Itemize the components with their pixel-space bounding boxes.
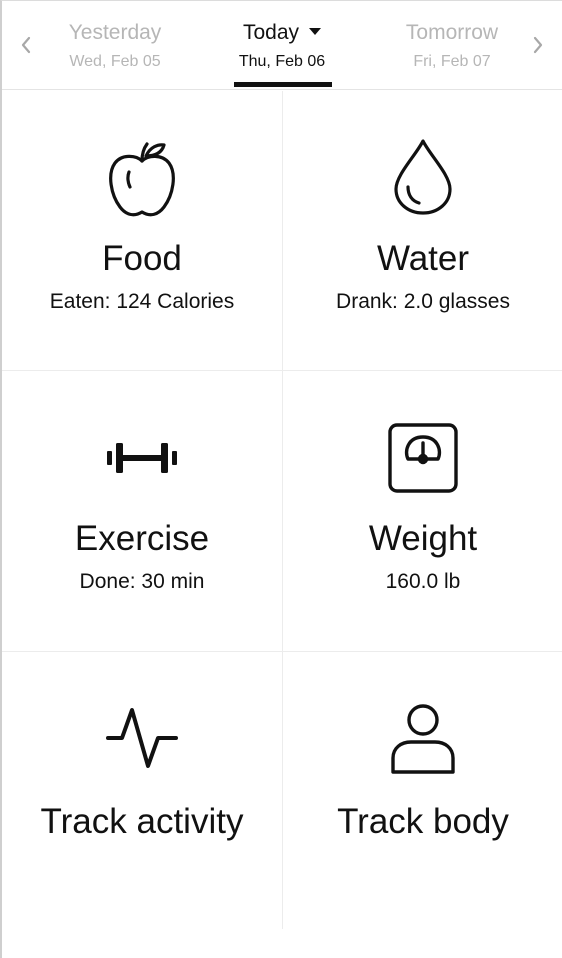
day-today-label: Today xyxy=(242,21,300,44)
food-subtitle: Eaten: 124 Calories xyxy=(49,290,235,313)
caret-down-icon[interactable] xyxy=(309,27,322,35)
date-navigation: Yesterday Wed, Feb 05 Today Thu, Feb 06 … xyxy=(2,1,562,90)
exercise-tile[interactable]: Exercise Done: 30 min xyxy=(2,371,282,652)
day-tomorrow[interactable]: Tomorrow Fri, Feb 07 xyxy=(377,19,527,74)
day-today[interactable]: Today Thu, Feb 06 xyxy=(207,19,357,74)
tracker-grid: Food Eaten: 124 Calories Water Drank: 2.… xyxy=(2,91,562,958)
track-body-title: Track body xyxy=(337,802,509,841)
day-tomorrow-label: Tomorrow xyxy=(405,21,499,44)
chevron-left-icon[interactable] xyxy=(14,31,38,59)
day-tomorrow-date: Fri, Feb 07 xyxy=(413,53,491,70)
water-drop-icon xyxy=(390,137,456,217)
track-activity-title: Track activity xyxy=(40,802,244,841)
day-today-label-row: Today xyxy=(207,19,357,47)
weight-title: Weight xyxy=(368,519,478,558)
weight-subtitle: 160.0 lb xyxy=(385,570,461,593)
day-yesterday-label: Yesterday xyxy=(68,21,162,44)
dumbbell-icon xyxy=(102,433,182,483)
scale-icon xyxy=(386,421,460,495)
daily-tracker-screen: Yesterday Wed, Feb 05 Today Thu, Feb 06 … xyxy=(0,0,562,958)
chevron-right-icon[interactable] xyxy=(526,31,550,59)
exercise-subtitle: Done: 30 min xyxy=(79,570,205,593)
day-yesterday[interactable]: Yesterday Wed, Feb 05 xyxy=(40,19,190,74)
exercise-title: Exercise xyxy=(74,519,210,558)
food-tile[interactable]: Food Eaten: 124 Calories xyxy=(2,91,282,372)
food-title: Food xyxy=(102,239,182,278)
track-body-tile[interactable]: Track body xyxy=(283,652,562,933)
weight-tile[interactable]: Weight 160.0 lb xyxy=(283,371,562,652)
water-tile[interactable]: Water Drank: 2.0 glasses xyxy=(283,91,562,372)
water-title: Water xyxy=(376,239,470,278)
selected-day-indicator xyxy=(234,82,332,87)
person-icon xyxy=(389,702,457,776)
track-activity-tile[interactable]: Track activity xyxy=(2,652,282,933)
day-today-date: Thu, Feb 06 xyxy=(238,53,326,70)
water-subtitle: Drank: 2.0 glasses xyxy=(336,290,510,313)
apple-icon xyxy=(102,139,182,219)
day-yesterday-date: Wed, Feb 05 xyxy=(69,53,161,70)
pulse-icon xyxy=(106,704,178,772)
